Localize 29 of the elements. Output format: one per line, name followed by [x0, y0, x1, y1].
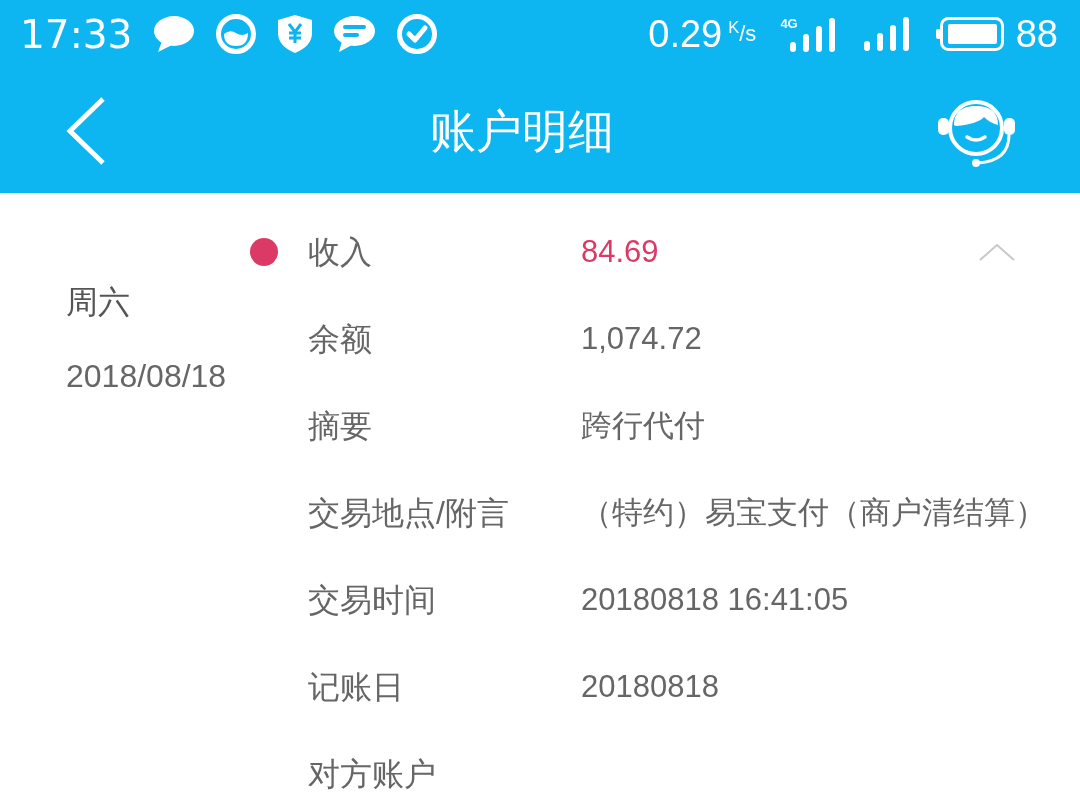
chat-bubble-icon [154, 16, 195, 52]
field-value: 1,074.72 [581, 323, 702, 354]
signal-bars-icon [863, 17, 910, 51]
battery-icon [935, 17, 1004, 51]
back-icon[interactable] [66, 96, 106, 165]
field-label: 摘要 [308, 409, 373, 442]
field-label: 余额 [308, 322, 373, 355]
check-circle-icon [397, 14, 438, 54]
field-label: 交易地点/附言 [308, 496, 510, 529]
field-value: 跨行代付 [581, 410, 705, 441]
field-value: （特约）易宝支付（商户清结算） [581, 497, 1046, 528]
field-label: 交易时间 [308, 583, 437, 616]
network-type-label: 4G [780, 16, 798, 30]
field-label: 记账日 [308, 670, 405, 703]
network-speed: 0.29 [648, 15, 723, 53]
shield-yen-icon [278, 15, 313, 53]
battery-percent: 88 [1015, 15, 1058, 53]
field-value: 84.69 [581, 236, 659, 267]
field-value: 20180818 [581, 671, 719, 702]
weekday-label: 周六 [66, 283, 131, 322]
page-title: 账户明细 [430, 107, 614, 154]
date-label: 2018/08/18 [66, 358, 228, 394]
status-time: 17:33 [20, 14, 133, 54]
chevron-up-icon[interactable] [979, 242, 1015, 261]
circle-wave-icon [216, 14, 257, 54]
speed-unit: $^{K}$/s [728, 23, 757, 45]
chat-lines-icon [334, 16, 376, 52]
field-value: 20180818 16:41:05 [581, 584, 849, 615]
field-label: 收入 [308, 235, 373, 268]
